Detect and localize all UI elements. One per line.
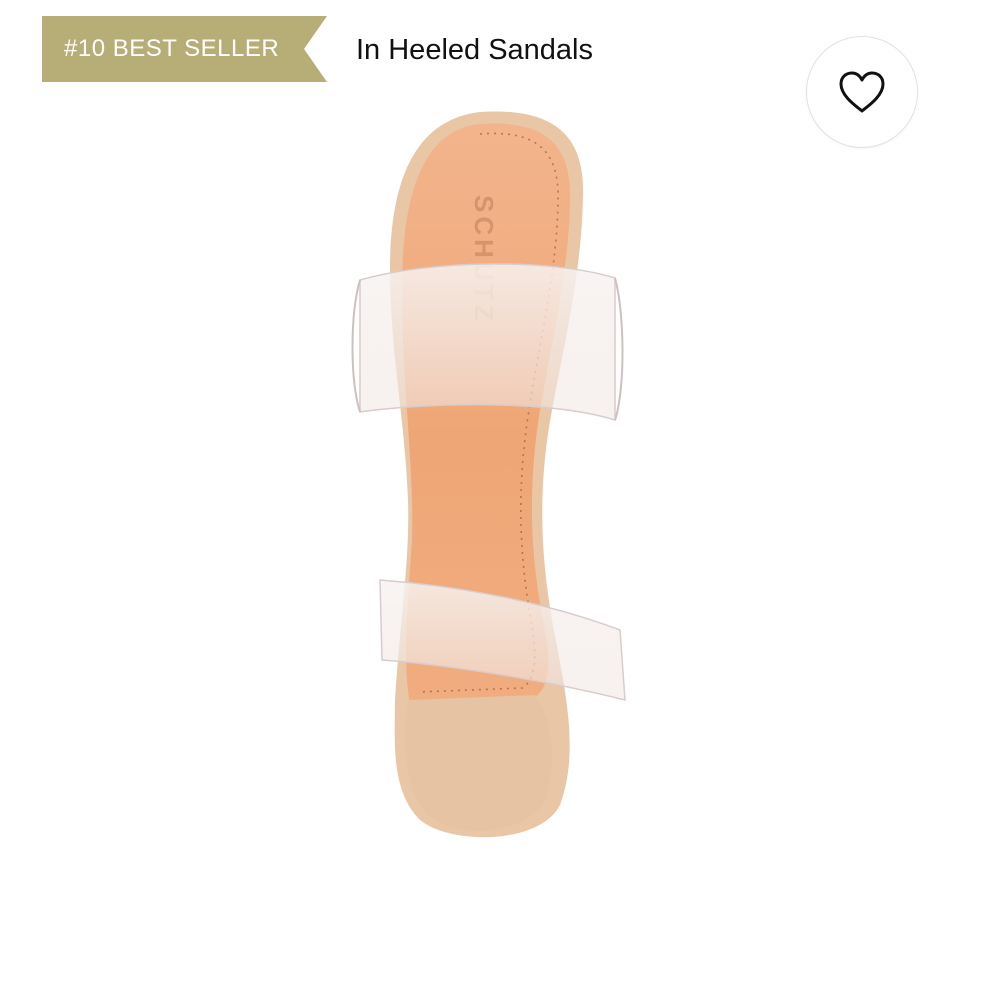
toe-bed bbox=[405, 695, 553, 831]
favorite-button[interactable] bbox=[806, 36, 918, 148]
category-label[interactable]: In Heeled Sandals bbox=[356, 30, 593, 70]
best-seller-badge: #10 BEST SELLER bbox=[42, 16, 327, 82]
heart-outline-icon bbox=[839, 71, 885, 113]
badge-label: #10 BEST SELLER bbox=[64, 35, 280, 62]
product-card: #10 BEST SELLER In Heeled Sandals SCHUTZ bbox=[0, 0, 1000, 1000]
upper-clear-strap bbox=[359, 263, 616, 422]
product-image[interactable]: SCHUTZ bbox=[290, 100, 690, 860]
